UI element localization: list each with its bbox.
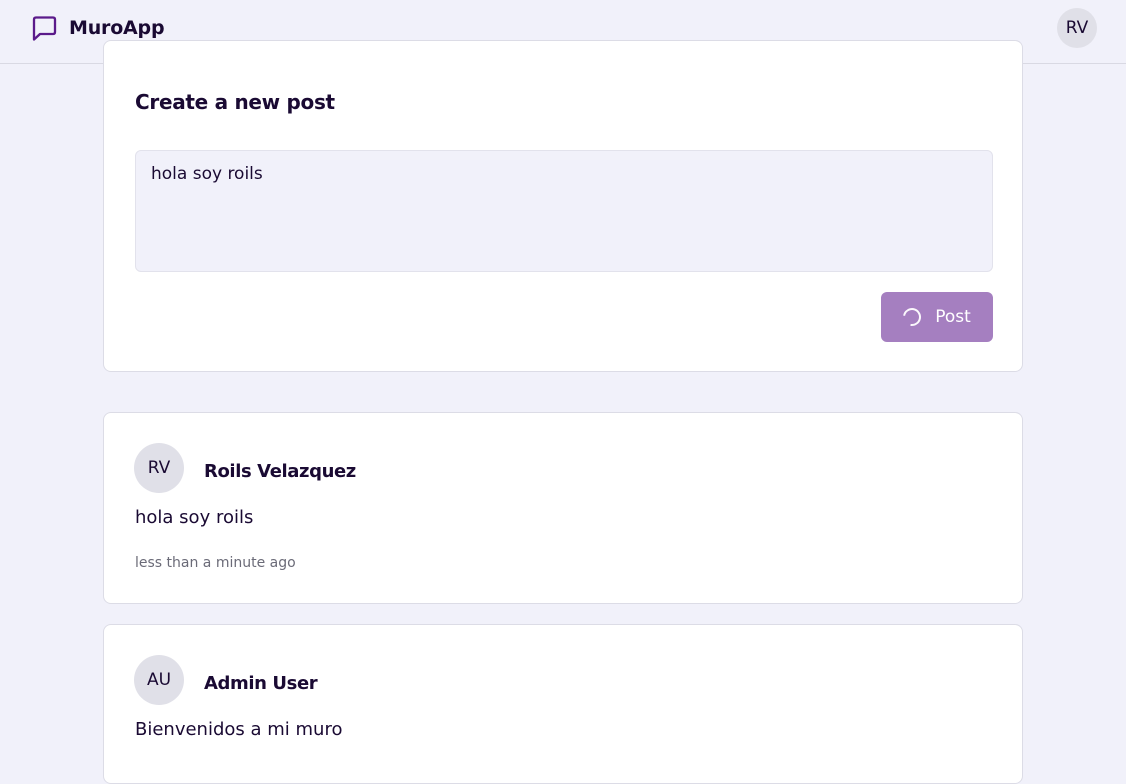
create-post-card: Create a new post Post	[103, 40, 1023, 372]
post-author: Roils Velazquez	[204, 461, 356, 482]
app-name: MuroApp	[69, 17, 165, 39]
composer-title: Create a new post	[135, 90, 335, 114]
post-button-label: Post	[935, 307, 971, 327]
avatar: RV	[134, 443, 184, 493]
post-textarea[interactable]	[135, 150, 993, 272]
post-timestamp: less than a minute ago	[135, 555, 296, 571]
post-content: Bienvenidos a mi muro	[135, 719, 343, 740]
message-square-icon	[32, 16, 57, 41]
post-card: RV Roils Velazquez hola soy roils less t…	[103, 412, 1023, 604]
post-author: Admin User	[204, 673, 318, 694]
loading-spinner-icon	[899, 304, 925, 330]
post-card: AU Admin User Bienvenidos a mi muro	[103, 624, 1023, 784]
brand[interactable]: MuroApp	[30, 14, 165, 42]
post-button[interactable]: Post	[881, 292, 993, 342]
avatar: AU	[134, 655, 184, 705]
user-avatar[interactable]: RV	[1057, 8, 1097, 48]
post-content: hola soy roils	[135, 507, 254, 528]
